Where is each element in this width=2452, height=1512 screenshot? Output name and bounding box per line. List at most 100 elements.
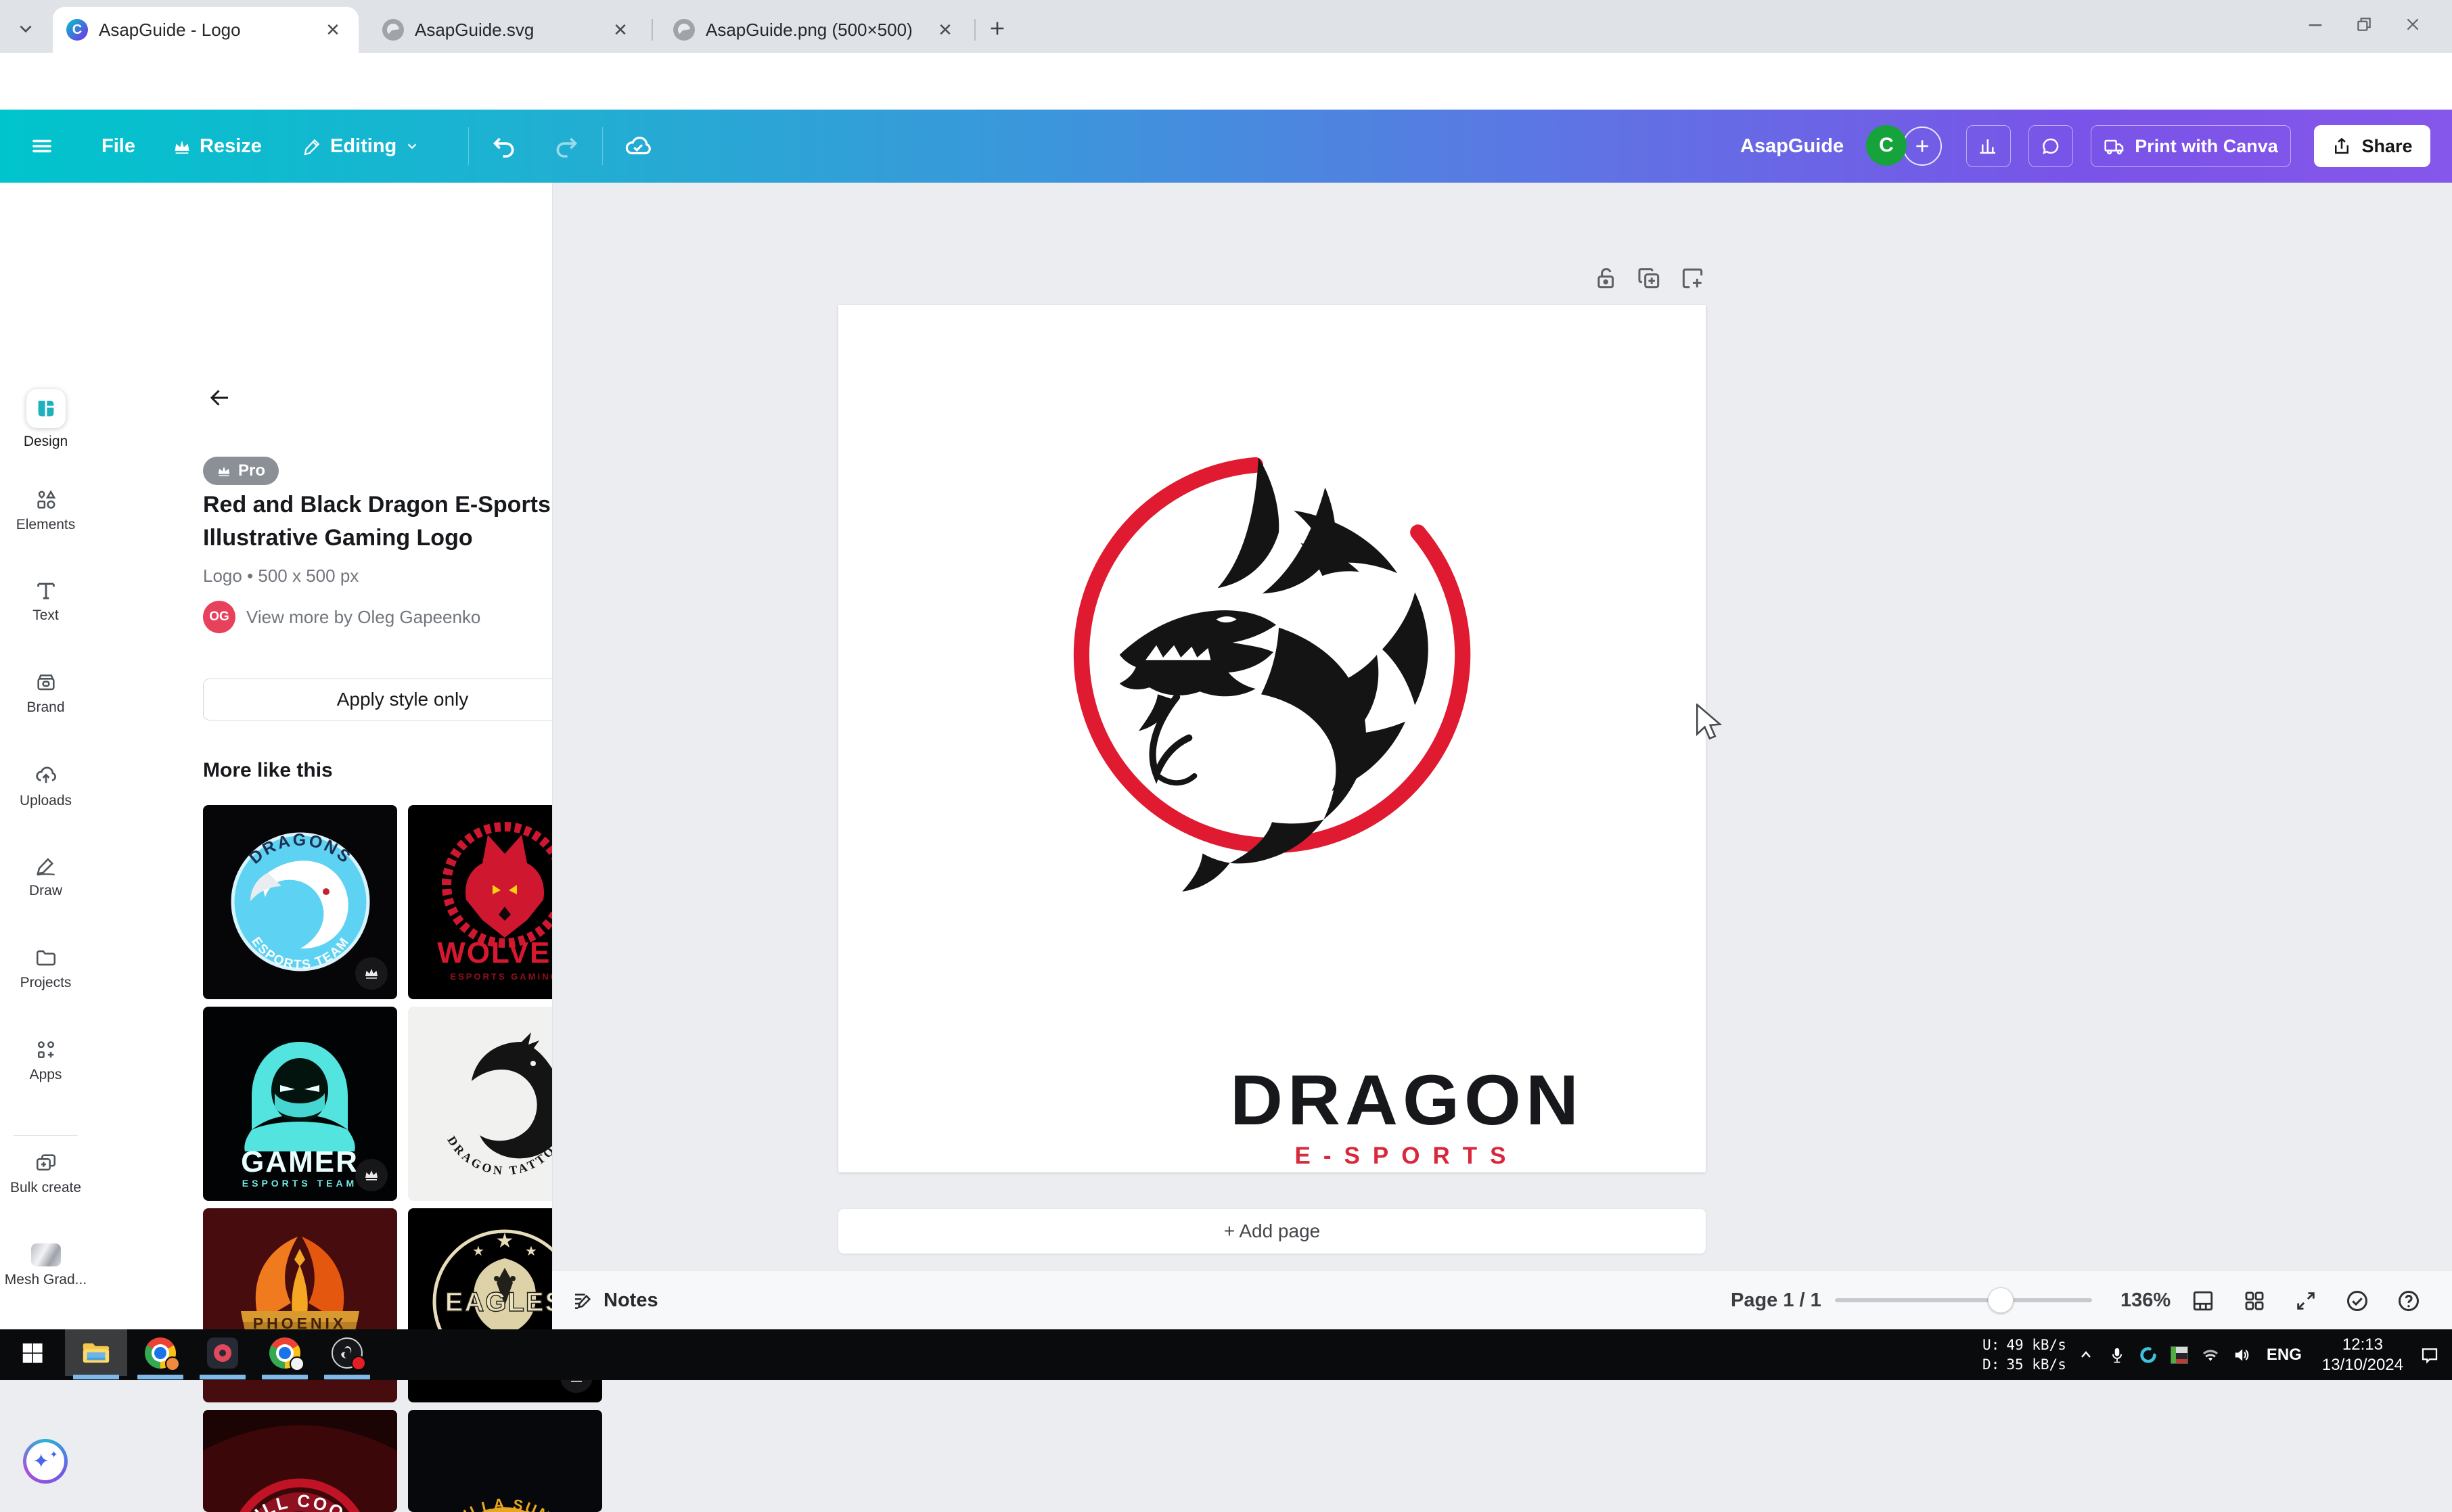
template-thumb-gamer[interactable]: GAMER ESPORTS TEAM	[203, 1007, 397, 1201]
tab-close-icon[interactable]: ✕	[933, 18, 957, 42]
main-menu-button[interactable]	[30, 110, 54, 183]
taskbar-recorder-app[interactable]	[200, 1329, 245, 1376]
new-tab-button[interactable]	[982, 14, 1012, 43]
sidebar-item-bulk-create[interactable]: Bulk create	[0, 1151, 91, 1196]
clock[interactable]: 12:13 13/10/2024	[2311, 1335, 2414, 1375]
add-page-button[interactable]: + Add page	[838, 1209, 1706, 1254]
sidebar-label: Bulk create	[10, 1180, 81, 1196]
duplicate-page-button[interactable]	[1633, 262, 1666, 295]
print-label: Print with Canva	[2135, 136, 2278, 157]
template-owner-row[interactable]: OG View more by Oleg Gapeenko	[203, 601, 480, 633]
tab-asapguide-png[interactable]: AsapGuide.png (500×500) ✕	[660, 7, 971, 53]
taskbar-chrome-profile2[interactable]	[263, 1329, 307, 1376]
comments-button[interactable]	[2028, 125, 2073, 167]
notes-button[interactable]: Notes	[572, 1271, 658, 1330]
tab-asapguide-svg[interactable]: AsapGuide.svg ✕	[369, 7, 646, 53]
file-favicon	[382, 19, 404, 41]
chevron-down-icon	[405, 139, 419, 154]
start-button[interactable]	[11, 1329, 54, 1376]
invite-member-button[interactable]	[1903, 127, 1942, 166]
crown-icon	[217, 463, 231, 478]
share-button[interactable]: Share	[2314, 125, 2430, 167]
canvas-workspace[interactable]: DRAGON E-SPORTS + Add page	[552, 183, 2452, 1270]
add-page-icon-button[interactable]	[1677, 262, 1709, 295]
zoom-slider-handle[interactable]	[1988, 1287, 2014, 1313]
tab-search-chevron-icon[interactable]	[12, 15, 39, 42]
tray-app-icon[interactable]	[2164, 1329, 2195, 1380]
window-restore-button[interactable]	[2349, 9, 2379, 39]
redo-button[interactable]	[553, 110, 579, 183]
sidebar-label: Brand	[26, 700, 64, 716]
insights-button[interactable]	[1966, 125, 2011, 167]
lock-page-button[interactable]	[1590, 262, 1622, 295]
window-close-button[interactable]	[2398, 9, 2428, 39]
account-avatar[interactable]: C	[1866, 125, 1907, 166]
template-thumb-gorilla-sunset[interactable]: GORILLA SUNSET	[408, 1410, 602, 1512]
language-indicator[interactable]: ENG	[2257, 1346, 2311, 1365]
design-page[interactable]: DRAGON E-SPORTS	[838, 305, 1706, 1172]
wifi-icon[interactable]	[2195, 1329, 2226, 1380]
undo-button[interactable]	[491, 110, 517, 183]
tab-title: AsapGuide.svg	[415, 20, 601, 41]
tab-close-icon[interactable]: ✕	[608, 18, 633, 42]
volume-icon[interactable]	[2226, 1329, 2257, 1380]
editing-mode-menu[interactable]: Editing	[303, 110, 419, 183]
dragon-highlights	[1284, 729, 1327, 812]
print-with-canva-button[interactable]: Print with Canva	[2091, 125, 2291, 167]
sidebar-label: Projects	[20, 975, 72, 991]
sidebar-item-mesh-gradient[interactable]: Mesh Grad...	[0, 1243, 91, 1288]
fullscreen-button[interactable]	[2286, 1271, 2326, 1330]
update-spinner-icon[interactable]	[2133, 1329, 2164, 1380]
running-indicator	[324, 1375, 370, 1379]
sidebar-item-design[interactable]: Design	[0, 389, 91, 450]
taskbar-chrome-profile1[interactable]	[138, 1329, 183, 1376]
share-upload-icon	[2332, 136, 2352, 156]
apply-style-only-button[interactable]: Apply style only	[203, 679, 602, 720]
saved-check-button[interactable]	[2337, 1271, 2378, 1330]
dragon-logo-artwork[interactable]	[1047, 430, 1497, 907]
view-more-link[interactable]: View more by Oleg Gapeenko	[246, 607, 480, 628]
microphone-icon[interactable]	[2102, 1329, 2133, 1380]
help-button[interactable]	[2388, 1271, 2429, 1330]
sidebar-item-uploads[interactable]: Uploads	[0, 763, 91, 809]
notification-center-icon[interactable]	[2414, 1329, 2445, 1380]
sidebar-item-projects[interactable]: Projects	[0, 946, 91, 991]
workspace-label: AsapGuide	[1740, 135, 1844, 158]
zoom-level[interactable]: 136%	[2120, 1271, 2171, 1330]
taskbar-file-explorer[interactable]	[65, 1329, 127, 1376]
editing-label: Editing	[330, 135, 396, 158]
file-menu[interactable]: File	[101, 110, 135, 183]
net-speed-monitor: U:49 kB/s D:35 kB/s	[1978, 1335, 2070, 1375]
sidebar-item-text[interactable]: Text	[0, 579, 91, 624]
window-minimize-button[interactable]	[2300, 9, 2330, 39]
logo-sub-wordmark[interactable]: E-SPORTS	[1041, 1143, 1773, 1170]
pro-crown-badge	[355, 957, 388, 990]
workspace-name[interactable]: AsapGuide	[1740, 110, 1844, 183]
profile-badge	[290, 1356, 304, 1371]
running-indicator	[200, 1375, 246, 1379]
sidebar-item-apps[interactable]: Apps	[0, 1038, 91, 1083]
zoom-slider[interactable]	[1835, 1298, 2092, 1302]
sidebar-label: Uploads	[20, 793, 72, 809]
file-favicon	[673, 19, 695, 41]
svg-text:★: ★	[525, 1244, 537, 1259]
tray-expand-chevron-icon[interactable]	[2070, 1329, 2102, 1380]
logo-wordmark[interactable]: DRAGON	[1041, 1059, 1773, 1141]
canva-assistant-button[interactable]: ✦✦	[23, 1439, 68, 1484]
canva-favicon: C	[66, 19, 88, 41]
download-value: 35 kB/s	[2003, 1356, 2069, 1374]
panel-back-button[interactable]	[205, 383, 235, 413]
tab-close-icon[interactable]: ✕	[321, 18, 345, 42]
sidebar-label: Apps	[30, 1067, 62, 1083]
grid-view-button[interactable]	[2234, 1271, 2275, 1330]
thumb-arc-text: GORILLA SUNSET	[430, 1495, 581, 1512]
resize-menu[interactable]: Resize	[173, 110, 262, 183]
sidebar-item-brand[interactable]: Brand	[0, 671, 91, 716]
sidebar-item-elements[interactable]: Elements	[0, 488, 91, 533]
template-thumb-dragons[interactable]: DRAGONS ESPORTS TEAM	[203, 805, 397, 999]
tab-asapguide-logo[interactable]: C AsapGuide - Logo ✕	[53, 7, 359, 53]
sidebar-item-draw[interactable]: Draw	[0, 854, 91, 899]
template-thumb-skull-cookie[interactable]: SKULL COOKIE	[203, 1410, 397, 1512]
pages-view-button[interactable]	[2183, 1271, 2223, 1330]
taskbar-obs[interactable]	[325, 1329, 369, 1376]
